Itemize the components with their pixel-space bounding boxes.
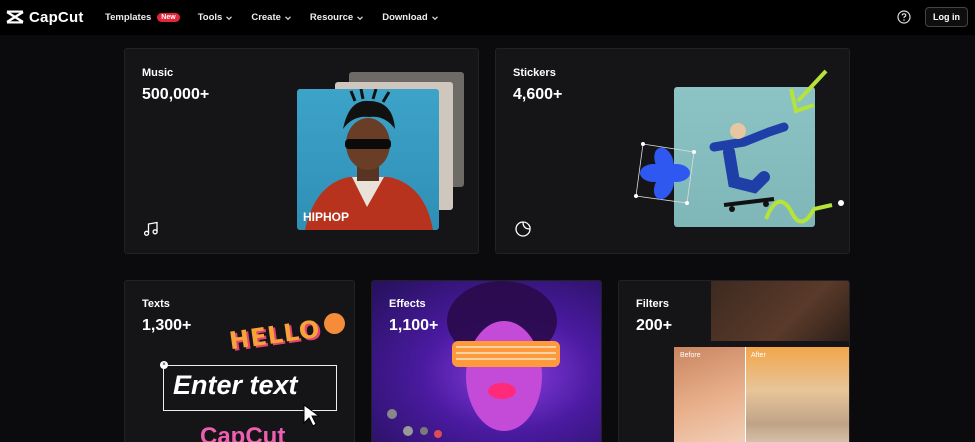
capcut-text-sample: CapCut bbox=[200, 423, 286, 442]
hello-sticker: HELLO bbox=[227, 314, 323, 356]
before-label: Before bbox=[680, 352, 701, 359]
menu-download[interactable]: Download bbox=[382, 12, 438, 23]
filters-card[interactable]: Before After Filters 200+ bbox=[618, 280, 850, 442]
main-menu: Templates New Tools Create Resource Down… bbox=[105, 0, 439, 35]
menu-resource-label: Resource bbox=[309, 12, 354, 23]
login-button[interactable]: Log in bbox=[925, 7, 968, 27]
menu-download-label: Download bbox=[382, 12, 428, 23]
card-title: Filters bbox=[636, 298, 670, 310]
after-half bbox=[745, 347, 849, 442]
chevron-down-icon bbox=[357, 15, 364, 20]
close-handle-icon: × bbox=[160, 361, 168, 369]
new-badge: New bbox=[157, 13, 180, 22]
filter-top-photo bbox=[711, 281, 849, 341]
menu-resource[interactable]: Resource bbox=[310, 12, 364, 23]
album-cover-hiphop[interactable]: HIPHOP bbox=[297, 89, 439, 230]
texts-card[interactable]: Texts 1,300+ HELLO Enter text × CapCut bbox=[124, 280, 355, 442]
chevron-down-icon bbox=[226, 15, 233, 20]
stickers-card[interactable]: Stickers 4,600+ bbox=[495, 48, 850, 254]
sticker-overlays bbox=[634, 69, 844, 224]
top-nav: CapCut Templates New Tools Create Resour… bbox=[0, 0, 975, 35]
filter-comparison[interactable]: Before After bbox=[674, 347, 849, 442]
menu-tools[interactable]: Tools bbox=[198, 12, 234, 23]
card-title: Texts bbox=[142, 298, 170, 310]
cursor-icon bbox=[303, 404, 321, 427]
card-title: Effects bbox=[389, 298, 426, 310]
chevron-down-icon bbox=[431, 15, 438, 20]
menu-tools-label: Tools bbox=[197, 12, 223, 23]
capcut-logo-icon bbox=[6, 10, 24, 24]
capcut-logo[interactable]: CapCut bbox=[5, 7, 84, 27]
card-title: Music bbox=[142, 67, 174, 79]
effects-card[interactable]: Effects 1,100+ bbox=[371, 280, 602, 442]
menu-templates[interactable]: Templates New bbox=[105, 12, 180, 23]
artist-photo bbox=[305, 89, 433, 230]
split-divider[interactable] bbox=[745, 347, 746, 442]
before-half bbox=[674, 347, 745, 442]
menu-create-label: Create bbox=[251, 12, 281, 23]
question-circle-icon[interactable] bbox=[897, 10, 911, 24]
after-label: After bbox=[751, 352, 766, 359]
card-count: 500,000+ bbox=[142, 86, 210, 103]
orange-dot bbox=[324, 313, 345, 334]
card-count: 1,300+ bbox=[142, 317, 192, 334]
card-count: 200+ bbox=[636, 317, 673, 334]
logo-text: CapCut bbox=[29, 8, 84, 26]
card-count: 1,100+ bbox=[389, 317, 439, 334]
menu-templates-label: Templates bbox=[105, 12, 152, 23]
music-note-icon bbox=[143, 221, 158, 236]
genre-label: HIPHOP bbox=[303, 210, 350, 224]
enter-text-sample: Enter text bbox=[173, 370, 298, 400]
music-card[interactable]: Music 500,000+ HIPHOP bbox=[124, 48, 479, 254]
chevron-down-icon bbox=[284, 15, 291, 20]
menu-create[interactable]: Create bbox=[251, 12, 292, 23]
